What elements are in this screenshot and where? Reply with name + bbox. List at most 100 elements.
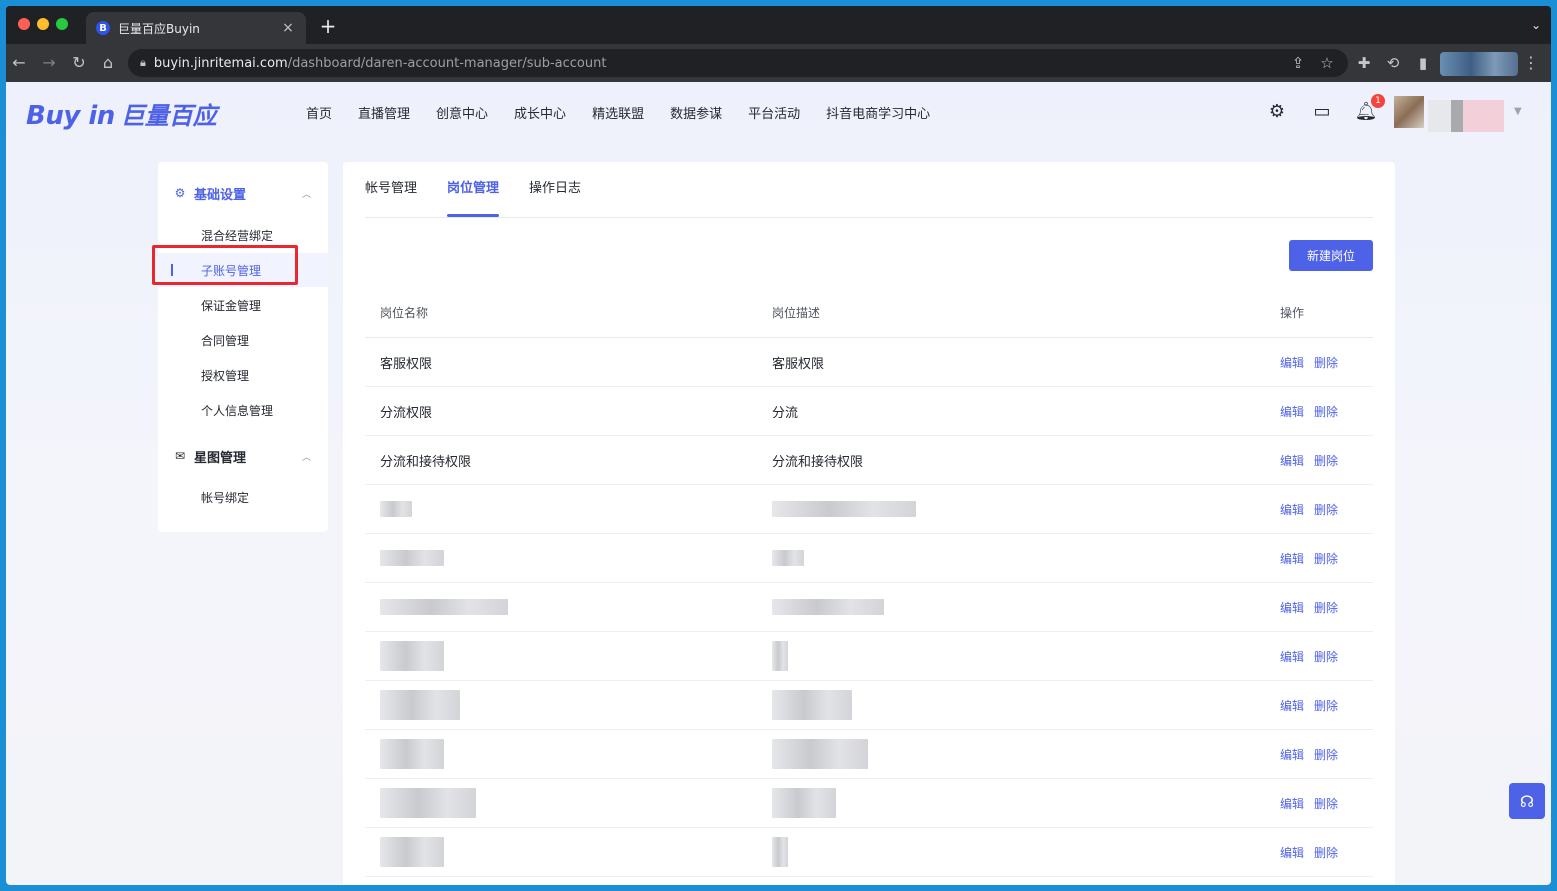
tab-bar: 帐号管理 岗位管理 操作日志 [365, 162, 1373, 218]
sidebar-item-contract[interactable]: 合同管理 [158, 323, 328, 357]
tab-operation-log[interactable]: 操作日志 [529, 177, 581, 217]
edit-link[interactable]: 编辑 [1280, 503, 1304, 517]
side-panel-icon[interactable]: ▮ [1412, 52, 1434, 74]
delete-link[interactable]: 删除 [1314, 503, 1338, 517]
notification-badge: 1 [1371, 94, 1385, 108]
sidebar-item-deposit[interactable]: 保证金管理 [158, 288, 328, 322]
browser-profile-avatar[interactable] [1440, 52, 1518, 76]
nav-home[interactable]: 首页 [306, 103, 332, 122]
blurred-description [772, 641, 788, 671]
edit-link[interactable]: 编辑 [1280, 552, 1304, 566]
back-icon[interactable]: ← [8, 52, 30, 74]
settings-gear-icon[interactable]: ⚙ [1265, 100, 1289, 124]
main-card: 帐号管理 岗位管理 操作日志 新建岗位 岗位名称 岗位描述 操作 客服权限 客服… [343, 162, 1395, 885]
column-header-name: 岗位名称 [380, 306, 429, 320]
edit-link[interactable]: 编辑 [1280, 454, 1304, 468]
table-row-blurred: 编辑 删除 [365, 730, 1373, 779]
user-name-blurred[interactable] [1428, 100, 1504, 132]
tab-position-management[interactable]: 岗位管理 [447, 177, 500, 217]
edit-link[interactable]: 编辑 [1280, 846, 1304, 860]
url-path: /dashboard/daren-account-manager/sub-acc… [287, 55, 607, 71]
user-avatar[interactable] [1394, 96, 1424, 128]
extension-icon[interactable]: ⟲ [1382, 52, 1404, 74]
minimize-window-button[interactable] [37, 18, 49, 30]
chevron-up-icon: ︿ [302, 452, 312, 463]
delete-link[interactable]: 删除 [1314, 405, 1338, 419]
cell-description: 分流 [772, 405, 799, 421]
customer-support-headset-icon[interactable]: ☊ [1509, 783, 1545, 819]
nav-activities[interactable]: 平台活动 [748, 103, 800, 122]
home-icon[interactable]: ⌂ [97, 52, 119, 74]
new-tab-icon[interactable]: + [318, 16, 338, 36]
maximize-window-button[interactable] [56, 18, 68, 30]
logo-en: Buy in [26, 101, 115, 131]
close-tab-icon[interactable]: × [280, 20, 296, 36]
forward-icon[interactable]: → [38, 52, 60, 74]
table-row-blurred: 编辑 删除 [365, 828, 1373, 877]
page-viewport: Buy in 巨量百应 首页 直播管理 创意中心 成长中心 精选联盟 数据参谋 … [6, 82, 1551, 885]
sidebar-item-personal-info[interactable]: 个人信息管理 [158, 393, 328, 427]
browser-tab[interactable]: B 巨量百应Buyin × [86, 12, 306, 44]
reload-icon[interactable]: ↻ [68, 52, 90, 74]
sidebar-group-basic-settings[interactable]: ⚙ 基础设置 ︿ [158, 178, 328, 208]
chevron-down-icon[interactable]: ▼ [1514, 106, 1522, 117]
top-nav: 首页 直播管理 创意中心 成长中心 精选联盟 数据参谋 平台活动 抖音电商学习中… [306, 82, 956, 142]
cell-name: 分流和接待权限 [380, 454, 472, 470]
delete-link[interactable]: 删除 [1314, 699, 1338, 713]
delete-link[interactable]: 删除 [1314, 454, 1338, 468]
nav-creative[interactable]: 创意中心 [436, 103, 488, 122]
edit-link[interactable]: 编辑 [1280, 650, 1304, 664]
delete-link[interactable]: 删除 [1314, 601, 1338, 615]
table-row-blurred: 编辑 删除 [365, 534, 1373, 583]
chevron-up-icon: ︿ [302, 189, 312, 200]
edit-link[interactable]: 编辑 [1280, 699, 1304, 713]
app-header: Buy in 巨量百应 首页 直播管理 创意中心 成长中心 精选联盟 数据参谋 … [6, 82, 1551, 142]
nav-learning[interactable]: 抖音电商学习中心 [826, 103, 930, 122]
blurred-description [772, 550, 804, 566]
blurred-description [772, 501, 916, 517]
blurred-name [380, 690, 460, 720]
edit-link[interactable]: 编辑 [1280, 797, 1304, 811]
delete-link[interactable]: 删除 [1314, 797, 1338, 811]
delete-link[interactable]: 删除 [1314, 552, 1338, 566]
delete-link[interactable]: 删除 [1314, 356, 1338, 370]
sidebar-item-authorization[interactable]: 授权管理 [158, 358, 328, 392]
edit-link[interactable]: 编辑 [1280, 748, 1304, 762]
delete-link[interactable]: 删除 [1314, 650, 1338, 664]
sidebar-item-account-binding[interactable]: 帐号绑定 [158, 480, 328, 514]
new-position-button[interactable]: 新建岗位 [1289, 240, 1373, 271]
bookmark-star-icon[interactable]: ☆ [1316, 52, 1338, 74]
table-row-blurred: 编辑 删除 [365, 583, 1373, 632]
close-window-button[interactable] [18, 18, 30, 30]
delete-link[interactable]: 删除 [1314, 846, 1338, 860]
tab-account-management[interactable]: 帐号管理 [365, 177, 417, 217]
share-icon[interactable]: ⇪ [1287, 52, 1309, 74]
nav-alliance[interactable]: 精选联盟 [592, 103, 644, 122]
positions-table: 岗位名称 岗位描述 操作 客服权限 客服权限 编辑 删除 分流权限 分流 编辑 删除… [365, 288, 1373, 877]
delete-link[interactable]: 删除 [1314, 748, 1338, 762]
nav-growth[interactable]: 成长中心 [514, 103, 566, 122]
buyin-logo[interactable]: Buy in 巨量百应 [26, 96, 217, 131]
blurred-description [772, 739, 868, 769]
nav-live[interactable]: 直播管理 [358, 103, 410, 122]
table-row-blurred: 编辑 删除 [365, 485, 1373, 534]
sidebar-item-sub-account[interactable]: 子账号管理 [152, 245, 328, 287]
table-header: 岗位名称 岗位描述 操作 [365, 288, 1373, 338]
edit-link[interactable]: 编辑 [1280, 601, 1304, 615]
edit-link[interactable]: 编辑 [1280, 405, 1304, 419]
lock-icon[interactable]: 🔒︎ [140, 56, 146, 70]
blurred-description [772, 788, 836, 818]
message-icon[interactable]: ▭ [1310, 100, 1334, 124]
nav-data[interactable]: 数据参谋 [670, 103, 722, 122]
blurred-name [380, 599, 508, 615]
column-header-actions: 操作 [1280, 306, 1305, 320]
sidebar-group-xingtu[interactable]: ✉ 星图管理 ︿ [158, 441, 328, 471]
browser-menu-icon[interactable]: ⋮ [1523, 52, 1539, 74]
extensions-puzzle-icon[interactable]: ✚ [1353, 52, 1375, 74]
address-bar[interactable]: 🔒︎ buyin.jinritemai.com/dashboard/daren-… [128, 49, 1348, 77]
logo-cn: 巨量百应 [120, 102, 217, 130]
sidebar: ⚙ 基础设置 ︿ 混合经营绑定 子账号管理 保证金管理 合同管理 授权管理 个人… [152, 162, 328, 532]
cell-name: 分流权限 [380, 405, 433, 421]
tab-search-icon[interactable]: ⌄ [1531, 18, 1541, 32]
edit-link[interactable]: 编辑 [1280, 356, 1304, 370]
